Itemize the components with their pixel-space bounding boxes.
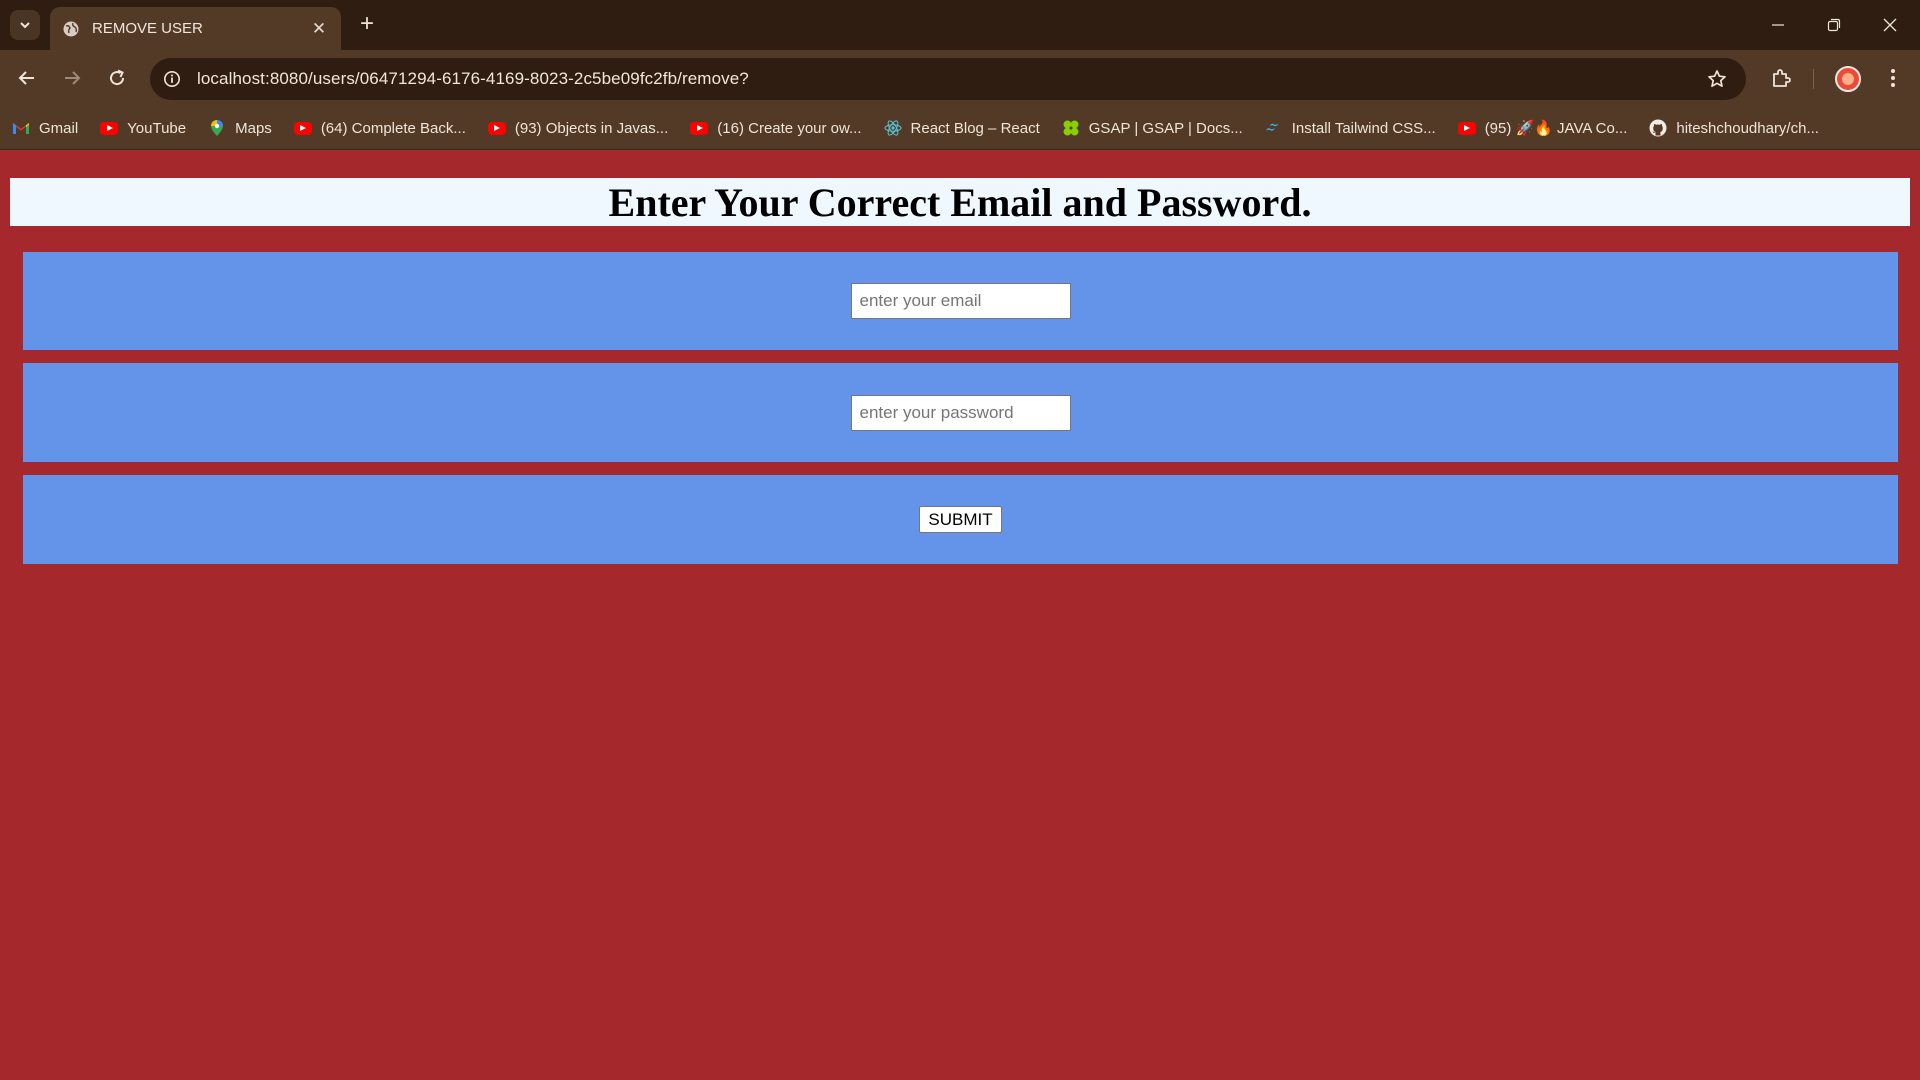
new-tab-button[interactable]: + (352, 9, 382, 39)
bookmark-label: (64) Complete Back... (320, 119, 466, 137)
bookmark-objects-javascript[interactable]: (93) Objects in Javas... (487, 119, 669, 137)
submit-row: SUBMIT (23, 475, 1898, 564)
gsap-icon (1062, 119, 1080, 137)
tailwind-icon (1265, 119, 1283, 137)
page-content: Enter Your Correct Email and Password. S… (0, 151, 1920, 1080)
chevron-down-icon (20, 22, 30, 29)
restore-icon (1827, 18, 1841, 32)
youtube-icon (690, 119, 709, 137)
password-row (23, 363, 1898, 462)
heading-banner: Enter Your Correct Email and Password. (10, 178, 1910, 226)
bookmarks-bar: Gmail YouTube Maps (64) Complete Back...… (0, 107, 1920, 150)
extensions-button[interactable] (1764, 61, 1798, 95)
bookmark-label: Install Tailwind CSS... (1291, 119, 1436, 137)
bookmark-label: (93) Objects in Javas... (514, 119, 669, 137)
email-field[interactable] (850, 283, 1071, 319)
minimize-icon (1772, 24, 1784, 26)
puzzle-icon (1773, 69, 1791, 87)
arrow-left-icon (18, 71, 34, 85)
bookmark-install-tailwind[interactable]: Install Tailwind CSS... (1265, 119, 1436, 137)
bookmark-complete-backend[interactable]: (64) Complete Back... (293, 119, 466, 137)
bookmark-label: YouTube (127, 119, 187, 137)
bookmark-youtube[interactable]: YouTube (100, 119, 186, 137)
more-vertical-icon (1891, 69, 1895, 87)
profile-avatar[interactable] (1835, 66, 1861, 92)
address-bar[interactable]: localhost:8080/users/06471294-6176-4169-… (150, 58, 1746, 100)
bookmark-label: (16) Create your ow... (717, 119, 862, 137)
youtube-icon (100, 119, 119, 137)
bookmark-maps[interactable]: Maps (208, 119, 272, 137)
bookmark-gsap-docs[interactable]: GSAP | GSAP | Docs... (1062, 119, 1243, 137)
url-text[interactable]: localhost:8080/users/06471294-6176-4169-… (197, 69, 1700, 89)
youtube-icon (487, 119, 506, 137)
bookmark-label: Gmail (39, 119, 79, 137)
reload-icon (110, 69, 125, 86)
close-window-button[interactable] (1862, 0, 1918, 50)
bookmark-java-course[interactable]: (95) 🚀🔥 JAVA Co... (1457, 119, 1628, 137)
page-title: Enter Your Correct Email and Password. (608, 179, 1312, 225)
youtube-icon (1457, 119, 1476, 137)
arrow-right-icon (65, 71, 81, 85)
bookmark-label: React Blog – React (910, 119, 1040, 137)
submit-button[interactable]: SUBMIT (919, 506, 1002, 533)
bookmark-label: hiteshchoudhary/ch... (1676, 119, 1819, 137)
bookmark-label: Maps (235, 119, 272, 137)
tab-close-icon[interactable]: ✕ (309, 19, 329, 39)
react-icon (884, 119, 902, 137)
bookmark-label: (95) 🚀🔥 JAVA Co... (1484, 120, 1628, 137)
bookmark-react-blog[interactable]: React Blog – React (884, 119, 1040, 137)
github-icon (1649, 119, 1667, 137)
tab-search-button[interactable] (10, 10, 40, 40)
tab-title: REMOVE USER (92, 20, 203, 37)
bookmark-star-icon[interactable] (1700, 62, 1734, 96)
browser-toolbar: localhost:8080/users/06471294-6176-4169-… (0, 50, 1920, 107)
bookmark-gmail[interactable]: Gmail (12, 119, 78, 137)
forward-button[interactable] (55, 61, 89, 95)
tab-remove-user[interactable]: REMOVE USER ✕ (50, 7, 341, 50)
reload-button[interactable] (100, 61, 134, 95)
browser-tab-bar: REMOVE USER ✕ + (0, 0, 1920, 50)
bookmark-label: GSAP | GSAP | Docs... (1088, 119, 1243, 137)
browser-menu-button[interactable] (1876, 61, 1910, 95)
password-field[interactable] (850, 394, 1071, 431)
email-row (23, 252, 1898, 350)
restore-button[interactable] (1806, 0, 1862, 50)
back-button[interactable] (10, 61, 44, 95)
minimize-button[interactable] (1750, 0, 1806, 50)
close-icon (1883, 18, 1897, 32)
maps-icon (208, 119, 226, 137)
toolbar-divider (1813, 69, 1814, 89)
globe-icon (62, 20, 80, 38)
site-info-icon[interactable] (159, 66, 185, 92)
bookmark-create-your-own[interactable]: (16) Create your ow... (690, 119, 862, 137)
youtube-icon (293, 119, 312, 137)
avatar-face (1842, 73, 1854, 85)
gmail-icon (12, 119, 30, 137)
bookmark-hiteshchoudhary-github[interactable]: hiteshchoudhary/ch... (1649, 119, 1819, 137)
